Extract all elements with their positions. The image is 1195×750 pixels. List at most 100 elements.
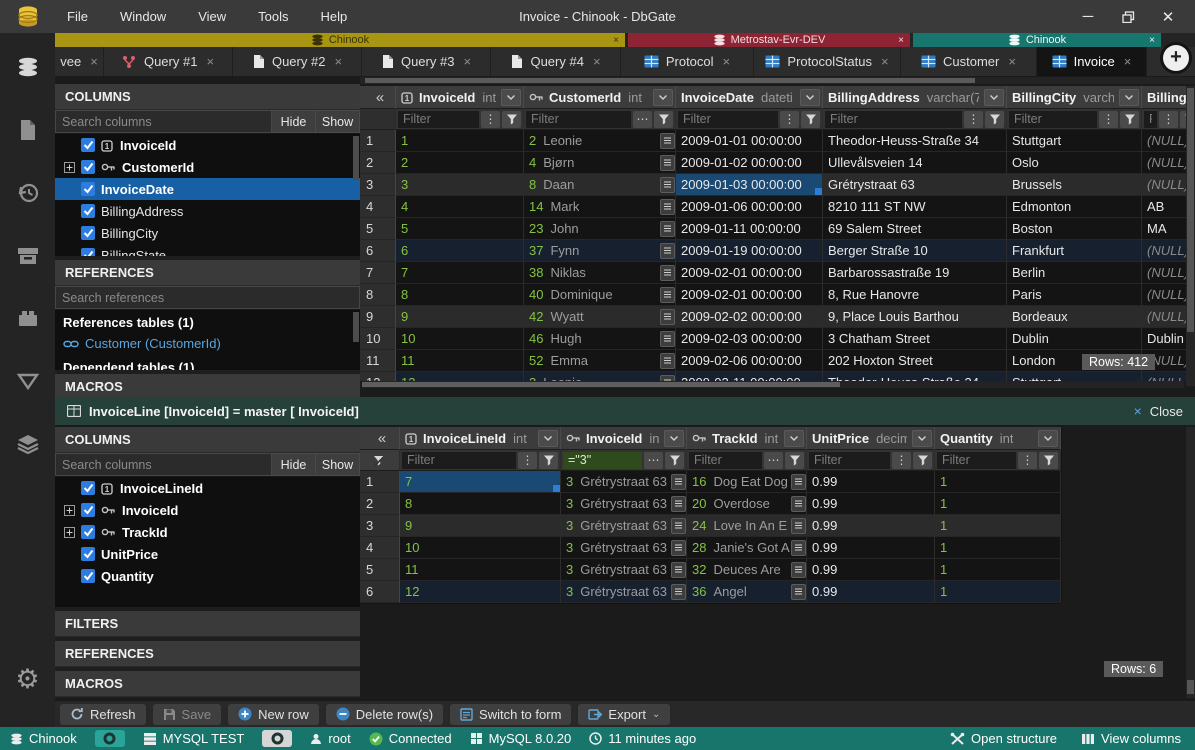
open-reference-icon[interactable]: [671, 496, 686, 512]
cell-invoiceid[interactable]: 3Grétrystraat 63: [561, 537, 687, 559]
cell-billingaddress[interactable]: 69 Salem Street: [823, 218, 1007, 240]
theme-light-badge[interactable]: [262, 730, 292, 747]
filter-menu-button[interactable]: ⋮: [1159, 111, 1178, 128]
filter-funnel-icon[interactable]: [785, 452, 804, 469]
cell-invoiceid[interactable]: 6: [396, 240, 524, 262]
filter-funnel-icon[interactable]: [1120, 111, 1139, 128]
filter-input-invoicedate[interactable]: [678, 111, 778, 128]
menu-view[interactable]: View: [186, 5, 238, 28]
open-reference-icon[interactable]: [791, 474, 806, 490]
column-menu-chevron[interactable]: [912, 430, 932, 447]
cell-invoiceid[interactable]: 7: [396, 262, 524, 284]
cell-customerid[interactable]: 23John: [524, 218, 676, 240]
checkbox-checked[interactable]: [81, 160, 95, 174]
tab-query-4[interactable]: Query #4×: [491, 47, 621, 76]
open-reference-icon[interactable]: [660, 287, 675, 303]
cell-quantity[interactable]: 1: [935, 471, 1061, 493]
status-view-columns[interactable]: View columns: [1081, 731, 1181, 746]
cell-trackid[interactable]: 24Love In An E: [687, 515, 807, 537]
cell-invoiceid[interactable]: 11: [396, 350, 524, 372]
references-section-header-detail[interactable]: REFERENCES: [55, 641, 360, 667]
switch-to-form-button[interactable]: Switch to form: [450, 704, 571, 725]
database-icon[interactable]: [8, 47, 48, 87]
archive-icon[interactable]: [8, 236, 48, 276]
open-reference-icon[interactable]: [660, 265, 675, 281]
cell-customerid[interactable]: 42Wyatt: [524, 306, 676, 328]
cell-unitprice[interactable]: 0.99: [807, 515, 935, 537]
cell-billingcity[interactable]: Frankfurt: [1007, 240, 1142, 262]
column-item-unitprice[interactable]: UnitPrice: [55, 543, 360, 565]
detail-vscrollbar[interactable]: [1186, 427, 1195, 698]
cell-billingaddress[interactable]: Berger Straße 10: [823, 240, 1007, 262]
cell-invoicelineid[interactable]: 7: [400, 471, 561, 493]
cell-billingaddress[interactable]: Barbarossastraße 19: [823, 262, 1007, 284]
filter-menu-button[interactable]: ⋮: [518, 452, 537, 469]
cell-invoiceid[interactable]: 3: [396, 174, 524, 196]
column-item-billingaddress[interactable]: BillingAddress: [55, 200, 360, 222]
cell-quantity[interactable]: 1: [935, 537, 1061, 559]
tab-close-icon[interactable]: ×: [1008, 54, 1016, 69]
cell-customerid[interactable]: 2Leonie: [524, 130, 676, 152]
delete-row-s--button[interactable]: Delete row(s): [326, 704, 443, 725]
theme-teal-badge[interactable]: [95, 730, 125, 747]
references-section-header[interactable]: REFERENCES: [55, 260, 360, 286]
column-header-invoicelineid[interactable]: 1InvoiceLineIdint: [400, 427, 561, 450]
cell-billingcity[interactable]: Paris: [1007, 284, 1142, 306]
tab-close-icon[interactable]: ×: [723, 54, 731, 69]
cell-billingaddress[interactable]: 9, Place Louis Barthou: [823, 306, 1007, 328]
cell-invoicelineid[interactable]: 8: [400, 493, 561, 515]
column-menu-chevron[interactable]: [501, 89, 521, 106]
cell-invoicedate[interactable]: 2009-02-01 00:00:00: [676, 284, 823, 306]
checkbox-checked[interactable]: [81, 503, 95, 517]
cell-invoiceid[interactable]: 8: [396, 284, 524, 306]
cell-customerid[interactable]: 46Hugh: [524, 328, 676, 350]
cell-customerid[interactable]: 40Dominique: [524, 284, 676, 306]
cell-invoicelineid[interactable]: 11: [400, 559, 561, 581]
open-reference-icon[interactable]: [660, 155, 675, 171]
cell-invoiceid[interactable]: 5: [396, 218, 524, 240]
row-number[interactable]: 12: [360, 372, 396, 381]
row-number[interactable]: 11: [360, 350, 396, 372]
expand-icon[interactable]: [63, 505, 75, 516]
open-reference-icon[interactable]: [791, 562, 806, 578]
tab-invoice[interactable]: Invoice×: [1037, 47, 1147, 76]
tab-protocolstatus[interactable]: ProtocolStatus×: [754, 47, 901, 76]
cell-billingaddress[interactable]: Ullevålsveien 14: [823, 152, 1007, 174]
cell-invoiceid[interactable]: 10: [396, 328, 524, 350]
column-header-billingstate[interactable]: BillingState: [1142, 86, 1186, 109]
cell-trackid[interactable]: 32Deuces Are: [687, 559, 807, 581]
column-menu-chevron[interactable]: [800, 89, 820, 106]
cell-billingcity[interactable]: Brussels: [1007, 174, 1142, 196]
cell-customerid[interactable]: 8Daan: [524, 174, 676, 196]
cell-invoicedate[interactable]: 2009-02-03 00:00:00: [676, 328, 823, 350]
open-reference-icon[interactable]: [671, 584, 686, 600]
cell-billingcity[interactable]: Stuttgart: [1007, 372, 1142, 381]
menu-help[interactable]: Help: [309, 5, 360, 28]
export-button[interactable]: Export⌄: [578, 704, 670, 725]
cell-trackid[interactable]: 16Dog Eat Dog: [687, 471, 807, 493]
tree-scrollbar[interactable]: [353, 136, 359, 180]
cell-invoicedate[interactable]: 2009-01-02 00:00:00: [676, 152, 823, 174]
filter-funnel-icon[interactable]: [985, 111, 1004, 128]
tab-close-icon[interactable]: ×: [206, 54, 214, 69]
cell-unitprice[interactable]: 0.99: [807, 471, 935, 493]
tab-query-1[interactable]: Query #1×: [104, 47, 233, 76]
filter-menu-button[interactable]: ⋯: [644, 452, 663, 469]
tab-close-icon[interactable]: ×: [90, 54, 98, 69]
cell-invoiceid[interactable]: 3Grétrystraat 63: [561, 581, 687, 603]
filter-menu-button[interactable]: ⋯: [633, 111, 652, 128]
column-header-trackid[interactable]: TrackIdint: [687, 427, 807, 450]
cell-customerid[interactable]: 38Niklas: [524, 262, 676, 284]
row-number[interactable]: 6: [360, 240, 396, 262]
column-menu-chevron[interactable]: [664, 430, 684, 447]
history-icon[interactable]: [8, 173, 48, 213]
cell-quantity[interactable]: 1: [935, 581, 1061, 603]
open-reference-icon[interactable]: [791, 540, 806, 556]
filter-menu-button[interactable]: ⋮: [780, 111, 799, 128]
open-reference-icon[interactable]: [671, 562, 686, 578]
hide-button[interactable]: Hide: [272, 110, 316, 133]
row-number[interactable]: 1: [360, 471, 400, 493]
cell-invoicelineid[interactable]: 10: [400, 537, 561, 559]
cell-unitprice[interactable]: 0.99: [807, 493, 935, 515]
open-reference-icon[interactable]: [660, 199, 675, 215]
